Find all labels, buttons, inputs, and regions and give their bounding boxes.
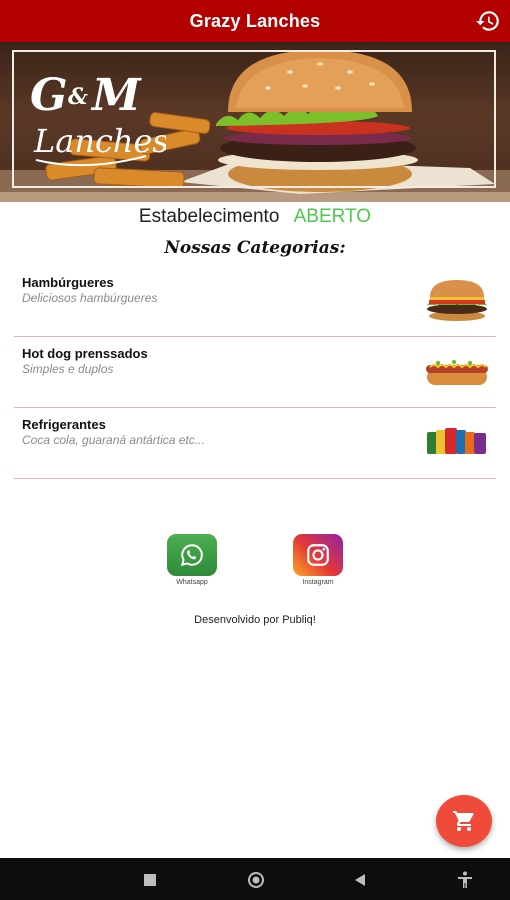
home-button[interactable] (246, 870, 266, 890)
hamburger-image (427, 280, 487, 321)
system-navigation-bar (0, 858, 510, 900)
recents-button[interactable] (140, 870, 160, 890)
recents-icon (144, 874, 156, 886)
back-icon (355, 874, 365, 886)
instagram-icon (307, 544, 329, 566)
svg-text:&: & (68, 84, 88, 110)
accessibility-icon (458, 871, 472, 888)
cart-icon (453, 811, 474, 831)
category-description: Coca cola, guaraná antártica etc... (22, 433, 205, 447)
cart-button[interactable] (436, 795, 492, 847)
developer-credit: Desenvolvido por Publiq! (194, 614, 316, 626)
whatsapp-icon (180, 544, 203, 567)
category-name: Refrigerantes (22, 417, 106, 432)
instagram-button[interactable]: Instagram (288, 534, 348, 586)
hotdog-image (426, 360, 488, 385)
category-name: Hambúrgueres (22, 275, 114, 290)
soda-cans-image (427, 428, 486, 454)
app-title: Grazy Lanches (189, 10, 321, 31)
back-button[interactable] (350, 870, 370, 890)
category-item-hamburgers[interactable]: Hambúrgueres Deliciosos hambúrgueres (14, 266, 496, 337)
history-icon (476, 11, 499, 31)
category-name: Hot dog prenssados (22, 346, 148, 361)
accessibility-button[interactable] (455, 870, 475, 890)
categories-heading: Nossas Categorias: (164, 238, 346, 258)
brand-logo: G & M Lanches (30, 70, 166, 167)
app-bar: Grazy Lanches (0, 0, 510, 42)
svg-text:M: M (90, 70, 142, 121)
instagram-label: Instagram (302, 579, 334, 586)
svg-text:G: G (30, 70, 68, 121)
whatsapp-button[interactable]: Whatsapp (162, 534, 222, 586)
category-item-sodas[interactable]: Refrigerantes Coca cola, guaraná antárti… (14, 408, 496, 479)
history-button[interactable] (474, 7, 502, 35)
svg-text:Lanches: Lanches (33, 122, 166, 160)
category-description: Deliciosos hambúrgueres (22, 291, 158, 305)
category-item-hotdog[interactable]: Hot dog prenssados Simples e duplos (14, 337, 496, 408)
establishment-status: Estabelecimento ABERTO (0, 206, 510, 228)
whatsapp-label: Whatsapp (176, 579, 208, 586)
category-list: Hambúrgueres Deliciosos hambúrgueres Hot… (14, 266, 496, 479)
status-label: Estabelecimento (138, 206, 280, 227)
status-badge: ABERTO (293, 206, 372, 227)
category-description: Simples e duplos (22, 362, 114, 376)
home-icon (248, 872, 264, 888)
banner-image: G & M Lanches (0, 42, 510, 202)
